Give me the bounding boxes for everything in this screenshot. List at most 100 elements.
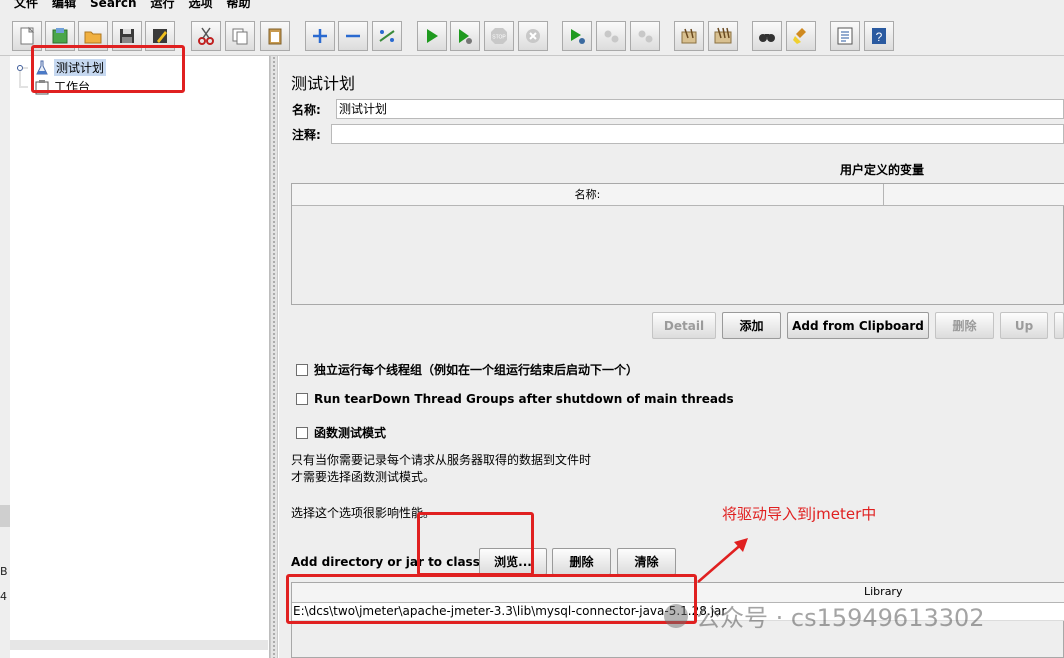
up-button[interactable]: Up — [1000, 312, 1048, 339]
templates-icon — [52, 28, 68, 44]
open-icon — [84, 31, 102, 44]
teardown-checkbox[interactable] — [296, 393, 308, 405]
templates-button[interactable] — [45, 21, 75, 51]
search-button[interactable] — [752, 21, 782, 51]
functional-note-2: 才需要选择函数测试模式。 — [291, 470, 436, 484]
clear-icon — [681, 28, 697, 44]
menu-bar: 文件 编辑 Search 运行 选项 帮助 — [0, 0, 1064, 12]
svg-text:?: ? — [876, 30, 883, 44]
functional-mode-checkbox[interactable] — [296, 426, 308, 439]
menu-edit[interactable]: 编辑 — [52, 0, 76, 12]
cut-text-a: B — [0, 565, 8, 578]
wechat-icon — [664, 603, 688, 628]
tree-scrollbar[interactable] — [10, 640, 268, 650]
name-label: 名称: — [292, 103, 321, 117]
remote-shutdown-button[interactable] — [630, 21, 660, 51]
teardown-label: Run tearDown Thread Groups after shutdow… — [314, 392, 734, 406]
cut-icon — [198, 27, 214, 45]
toolbar: STOP ? — [0, 12, 1064, 56]
remote-start-button[interactable] — [562, 21, 592, 51]
down-button[interactable] — [1054, 312, 1064, 339]
name-field[interactable]: 测试计划 — [336, 99, 1064, 119]
open-button[interactable] — [78, 21, 108, 51]
cut-text-b: 4 — [0, 590, 7, 603]
help-button[interactable]: ? — [864, 21, 894, 51]
functional-note-1: 只有当你需要记录每个请求从服务器取得的数据到文件时 — [291, 453, 592, 467]
save-button[interactable] — [112, 21, 142, 51]
panel-title: 测试计划 — [291, 74, 356, 93]
tree-item-workbench[interactable]: 工作台 — [34, 78, 90, 95]
left-edge-marker — [0, 505, 10, 527]
menu-help[interactable]: 帮助 — [227, 0, 251, 12]
collapse-button[interactable] — [338, 21, 368, 51]
start-no-pause-button[interactable] — [450, 21, 480, 51]
copy-icon — [232, 28, 248, 45]
start-no-pause-icon — [459, 29, 472, 44]
clear-all-icon — [714, 27, 732, 44]
tree-item-label: 测试计划 — [54, 59, 107, 76]
stop-button[interactable]: STOP — [484, 21, 514, 51]
serialize-checkbox[interactable] — [296, 363, 308, 376]
user-vars-title: 用户定义的变量 — [840, 163, 925, 177]
remote-stop-button[interactable] — [596, 21, 626, 51]
delete-var-button[interactable]: 删除 — [935, 312, 994, 339]
start-button[interactable] — [417, 21, 447, 51]
remote-stop-icon — [604, 30, 619, 43]
clear-all-button[interactable] — [708, 21, 738, 51]
svg-text:STOP: STOP — [492, 35, 506, 41]
toggle-button[interactable] — [372, 21, 402, 51]
performance-note: 选择这个选项很影响性能。 — [291, 506, 436, 520]
copy-button[interactable] — [225, 21, 255, 51]
annotation-arrow-icon — [697, 538, 748, 583]
remote-start-icon — [571, 29, 585, 44]
clear-classpath-button[interactable]: 清除 — [617, 548, 676, 575]
comment-field[interactable] — [331, 124, 1064, 144]
expand-icon — [313, 29, 327, 43]
splitter-grip — [272, 56, 276, 658]
tree-pane — [0, 56, 270, 658]
expand-button[interactable] — [305, 21, 335, 51]
functional-mode-label: 函数测试模式 — [314, 426, 387, 440]
reset-search-button[interactable] — [786, 21, 816, 51]
test-plan-icon — [36, 60, 48, 74]
menu-file[interactable]: 文件 — [14, 0, 38, 12]
new-button[interactable] — [12, 21, 42, 51]
menu-search[interactable]: Search — [90, 0, 136, 12]
clear-button[interactable] — [674, 21, 704, 51]
paste-button[interactable] — [260, 21, 290, 51]
serialize-thread-groups-option[interactable]: 独立运行每个线程组（例如在一个组运行结束后启动下一个） — [296, 361, 638, 378]
new-icon — [20, 26, 35, 45]
tree-item-test-plan[interactable]: 测试计划 — [34, 59, 107, 76]
delete-classpath-button[interactable]: 删除 — [552, 548, 611, 575]
teardown-option[interactable]: Run tearDown Thread Groups after shutdow… — [296, 392, 734, 406]
search-icon — [759, 34, 775, 42]
menu-run[interactable]: 运行 — [150, 0, 174, 12]
column-name[interactable]: 名称: — [292, 184, 884, 205]
start-icon — [427, 29, 438, 43]
classpath-label: Add directory or jar to classpath — [291, 555, 511, 569]
collapse-icon — [346, 34, 360, 38]
cut-button[interactable] — [191, 21, 221, 51]
stop-icon: STOP — [491, 28, 507, 44]
remote-shutdown-icon — [638, 30, 653, 43]
detail-button[interactable]: Detail — [652, 312, 716, 339]
shutdown-button[interactable] — [518, 21, 548, 51]
browse-button[interactable]: 浏览... — [479, 548, 547, 575]
tree-item-label: 工作台 — [54, 80, 91, 94]
serialize-label: 独立运行每个线程组（例如在一个组运行结束后启动下一个） — [314, 363, 639, 377]
functional-mode-option[interactable]: 函数测试模式 — [296, 424, 386, 441]
menu-options[interactable]: 选项 — [189, 0, 213, 12]
comment-label: 注释: — [292, 128, 321, 142]
save-as-button[interactable] — [145, 21, 175, 51]
function-helper-button[interactable] — [830, 21, 860, 51]
column-library[interactable]: Library — [864, 585, 902, 598]
add-from-clipboard-button[interactable]: Add from Clipboard — [787, 312, 929, 339]
shutdown-icon — [526, 29, 540, 43]
function-helper-icon — [837, 27, 853, 45]
workbench-icon — [35, 79, 49, 94]
add-button[interactable]: 添加 — [722, 312, 781, 339]
paste-icon — [268, 28, 282, 45]
save-as-icon — [153, 29, 167, 43]
toggle-icon — [379, 30, 395, 42]
watermark-text: 公众号 · cs15949613302 — [696, 604, 985, 632]
